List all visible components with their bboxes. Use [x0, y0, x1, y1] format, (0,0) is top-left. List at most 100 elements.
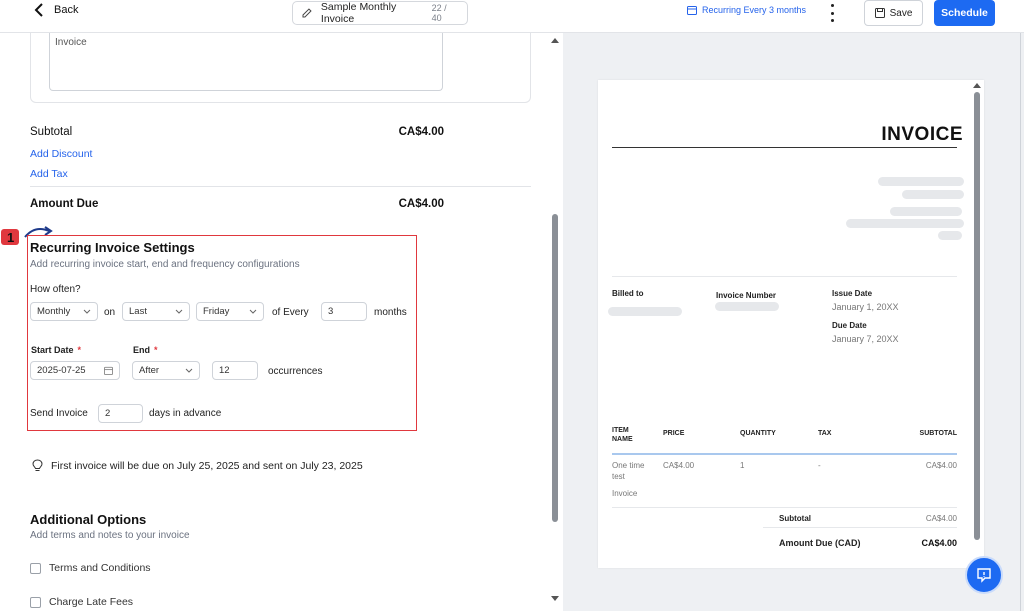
back-button[interactable]: Back	[34, 2, 78, 18]
window-edge	[1020, 33, 1021, 611]
preview-subtotal-value: CA$4.00	[925, 514, 957, 523]
preview-scrollbar[interactable]	[974, 92, 980, 540]
recurring-settings-subtitle: Add recurring invoice start, end and fre…	[30, 259, 300, 270]
invoice-number-label: Invoice Number	[716, 291, 777, 300]
chevron-down-icon	[249, 309, 257, 314]
divider	[612, 276, 957, 277]
row-subtotal: CA$4.00	[925, 461, 957, 470]
redacted-text	[938, 231, 962, 240]
chevron-down-icon	[83, 309, 91, 314]
col-tax: TAX	[818, 430, 832, 437]
notes-textarea[interactable]: Invoice	[49, 33, 443, 91]
first-invoice-info: First invoice will be due on July 25, 20…	[32, 459, 363, 472]
redacted-text	[878, 177, 964, 186]
invoice-preview: INVOICE Billed to Invoice Number Issue D…	[598, 80, 984, 568]
end-label: End *	[133, 345, 158, 355]
col-item-name: ITEM NAME	[612, 427, 633, 443]
row-item-desc: Invoice	[612, 489, 638, 498]
terms-checkbox-row[interactable]: Terms and Conditions	[30, 562, 151, 574]
position-value: Last	[129, 306, 147, 317]
due-date-value: January 7, 20XX	[832, 334, 899, 344]
divider	[763, 527, 957, 528]
end-type-select[interactable]: After	[132, 361, 200, 380]
invoice-title: Sample Monthly Invoice	[320, 1, 397, 25]
marker-number: 1	[7, 230, 14, 245]
subtotal-value: CA$4.00	[398, 126, 444, 138]
kebab-icon[interactable]	[826, 4, 838, 22]
divider	[612, 507, 957, 508]
preview-subtotal-label: Subtotal	[779, 514, 811, 523]
amount-due-value: CA$4.00	[398, 198, 444, 210]
editor-scrollbar[interactable]	[552, 214, 558, 522]
days-in-advance-input[interactable]: 2	[98, 404, 143, 423]
occurrences-label: occurrences	[268, 366, 323, 377]
how-often-label: How often?	[30, 284, 81, 295]
start-date-input[interactable]: 2025-07-25	[30, 361, 120, 380]
row-price: CA$4.00	[663, 461, 695, 470]
due-date-label: Due Date	[832, 321, 867, 330]
required-mark: *	[77, 345, 82, 355]
table-header-rule	[612, 453, 957, 455]
recurring-label: Recurring Every 3 months	[702, 5, 807, 15]
additional-options-title: Additional Options	[30, 512, 147, 527]
interval-input[interactable]: 3	[321, 302, 367, 321]
terms-label: Terms and Conditions	[49, 562, 151, 574]
scroll-up-arrow[interactable]	[551, 38, 559, 43]
issue-date-label: Issue Date	[832, 289, 873, 298]
frequency-value: Monthly	[37, 306, 71, 317]
start-date-label-text: Start Date	[31, 345, 74, 355]
add-tax-link[interactable]: Add Tax	[30, 168, 68, 180]
on-label: on	[104, 307, 116, 318]
title-rule	[612, 147, 957, 148]
preview-scroll-up-arrow[interactable]	[973, 83, 981, 88]
end-type-value: After	[139, 365, 160, 376]
invoice-title-field[interactable]: Sample Monthly Invoice 22 / 40	[292, 1, 468, 25]
invoice-editor: Invoice Subtotal CA$4.00 Add Discount Ad…	[0, 33, 563, 611]
start-date-value: 2025-07-25	[37, 365, 86, 376]
row-quantity: 1	[740, 461, 745, 470]
invoice-preview-pane: INVOICE Billed to Invoice Number Issue D…	[563, 33, 1024, 611]
weekday-select[interactable]: Friday	[196, 302, 264, 321]
calendar-icon	[687, 6, 697, 15]
recurring-schedule-link[interactable]: Recurring Every 3 months	[687, 5, 806, 15]
preview-amount-due-label: Amount Due (CAD)	[779, 538, 861, 548]
send-invoice-label: Send Invoice	[30, 408, 88, 419]
issue-date-value: January 1, 20XX	[832, 302, 899, 312]
add-discount-link[interactable]: Add Discount	[30, 148, 92, 160]
col-quantity: QUANTITY	[740, 430, 776, 437]
title-char-count: 22 / 40	[431, 3, 447, 23]
recurring-settings-title: Recurring Invoice Settings	[30, 240, 195, 255]
calendar-icon	[104, 366, 113, 375]
save-button[interactable]: Save	[864, 0, 923, 26]
first-invoice-text: First invoice will be due on July 25, 20…	[51, 459, 363, 472]
redacted-text	[890, 207, 962, 216]
redacted-text	[846, 219, 964, 228]
chevron-down-icon	[185, 368, 193, 373]
redacted-text	[902, 190, 964, 199]
billed-to-label: Billed to	[612, 289, 644, 298]
top-bar: Back Sample Monthly Invoice 22 / 40 Recu…	[0, 0, 1024, 33]
late-fees-checkbox-row[interactable]: Charge Late Fees	[30, 596, 133, 608]
chat-support-button[interactable]	[965, 556, 1003, 594]
late-fees-checkbox[interactable]	[30, 596, 41, 608]
back-label: Back	[54, 4, 79, 16]
redacted-text	[715, 302, 779, 311]
col-price: PRICE	[663, 430, 685, 437]
scroll-down-arrow[interactable]	[551, 596, 559, 601]
position-select[interactable]: Last	[122, 302, 190, 321]
months-label: months	[374, 307, 407, 318]
save-icon	[874, 8, 885, 18]
lightbulb-icon	[32, 459, 43, 471]
terms-checkbox[interactable]	[30, 562, 41, 574]
save-label: Save	[889, 7, 913, 19]
schedule-button[interactable]: Schedule	[934, 0, 995, 26]
start-date-label: Start Date *	[31, 345, 81, 355]
occurrences-input[interactable]: 12	[212, 361, 258, 380]
subtotal-label: Subtotal	[30, 126, 73, 138]
required-mark: *	[154, 345, 158, 355]
late-fees-label: Charge Late Fees	[49, 596, 134, 608]
preview-amount-due-value: CA$4.00	[921, 538, 957, 548]
amount-due-label: Amount Due	[30, 198, 99, 210]
additional-options-subtitle: Add terms and notes to your invoice	[30, 530, 190, 541]
frequency-select[interactable]: Monthly	[30, 302, 98, 321]
